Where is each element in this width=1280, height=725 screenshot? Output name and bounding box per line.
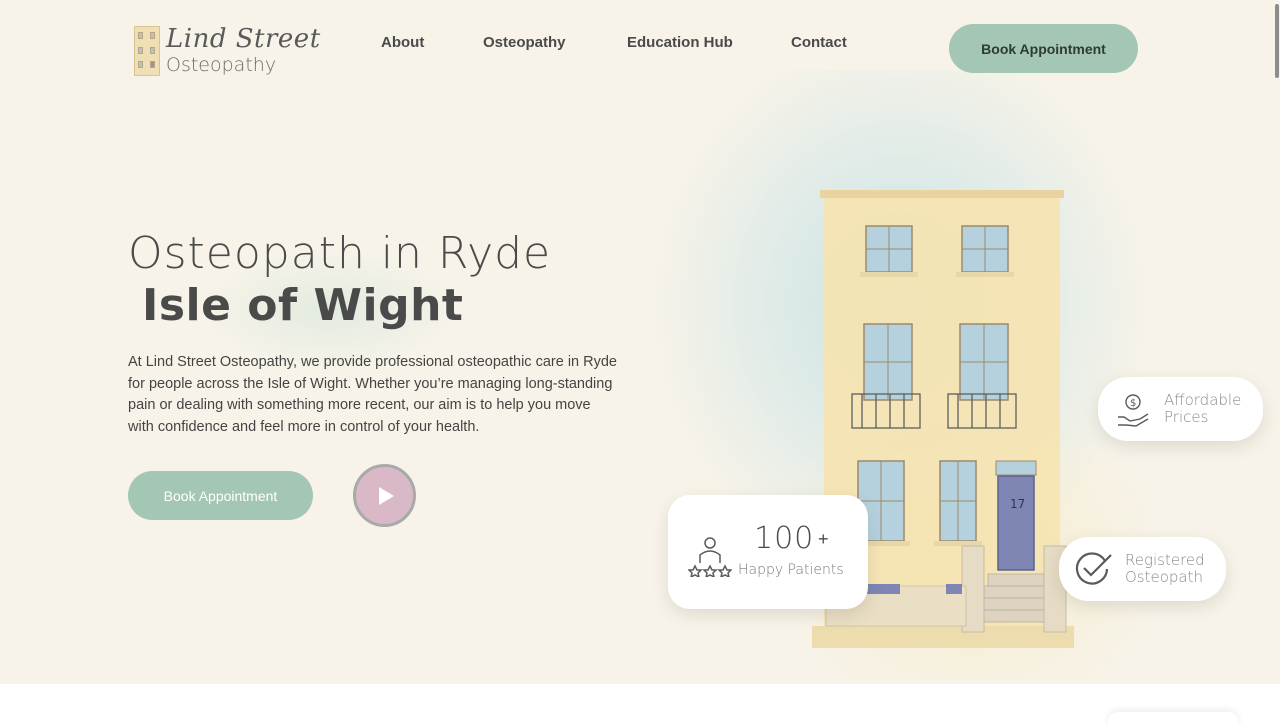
logo-text-line1: Lind Street — [166, 24, 321, 54]
hero-title-line1: Osteopath in Ryde — [128, 228, 552, 279]
nav-about[interactable]: About — [381, 34, 424, 51]
hand-money-icon: $ — [1118, 394, 1149, 427]
patients-label: Happy Patients — [738, 562, 844, 578]
site-logo[interactable]: Lind Street Osteopathy — [130, 24, 320, 80]
registered-osteopath-card: Registered Osteopath — [1059, 537, 1226, 601]
patients-count: 100 — [754, 521, 815, 556]
door-number: 17 — [1010, 497, 1025, 511]
hero-section: Lind Street Osteopathy About Osteopathy … — [0, 0, 1280, 684]
header-book-appointment-button[interactable]: Book Appointment — [949, 24, 1138, 73]
play-video-button[interactable] — [353, 464, 416, 527]
check-circle-icon — [1075, 552, 1112, 585]
patients-count-suffix: + — [818, 529, 829, 549]
scrollbar-thumb[interactable] — [1275, 4, 1279, 78]
nav-osteopathy[interactable]: Osteopathy — [483, 34, 566, 51]
nav-education-hub[interactable]: Education Hub — [627, 34, 733, 51]
nav-contact[interactable]: Contact — [791, 34, 847, 51]
registered-line2: Osteopath — [1125, 568, 1204, 586]
logo-text-line2: Osteopathy — [166, 54, 277, 76]
affordable-prices-card: $ Affordable Prices — [1098, 377, 1263, 441]
next-section-card — [1108, 712, 1238, 725]
hero-book-appointment-button[interactable]: Book Appointment — [128, 471, 313, 520]
prices-line1: Affordable — [1164, 391, 1242, 409]
play-icon — [378, 486, 394, 505]
logo-house-icon — [134, 26, 160, 76]
registered-line1: Registered — [1125, 551, 1205, 569]
svg-text:$: $ — [1130, 398, 1136, 409]
hero-title-line2: Isle of Wight — [142, 280, 464, 331]
hero-intro-text: At Lind Street Osteopathy, we provide pr… — [128, 354, 617, 435]
patient-stars-icon — [688, 537, 732, 577]
scrollbar[interactable] — [1274, 0, 1280, 725]
happy-patients-card: 100 + Happy Patients — [668, 495, 868, 609]
next-section — [0, 684, 1280, 725]
prices-line2: Prices — [1164, 408, 1209, 426]
